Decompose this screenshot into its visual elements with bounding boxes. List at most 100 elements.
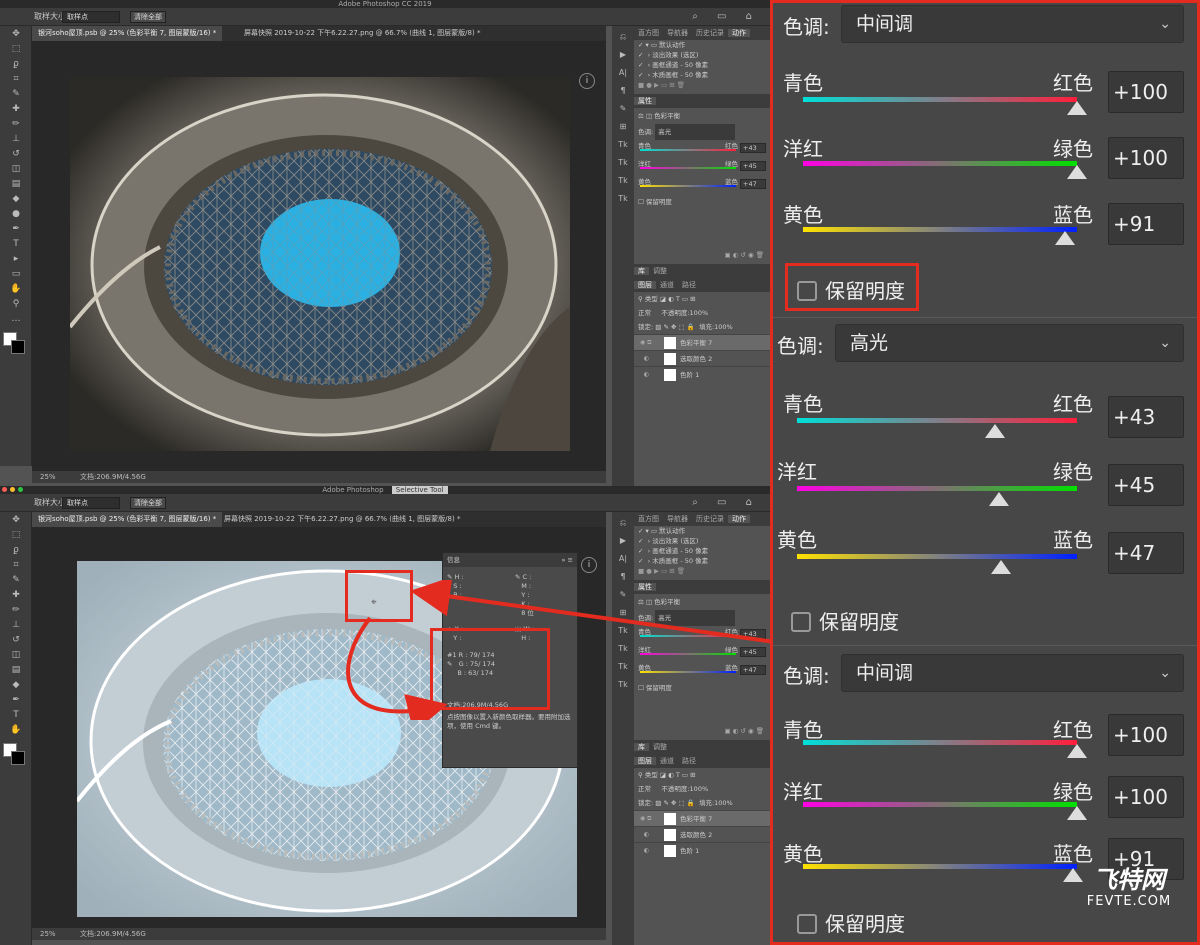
- tab-libraries[interactable]: 库: [634, 267, 649, 275]
- layer-filter-row[interactable]: ⚲ 类型 ◪ ◐ T ▭ ⊞: [634, 292, 770, 306]
- marquee-tool-icon[interactable]: ⬚: [2, 42, 30, 56]
- actions-icon[interactable]: ▶: [614, 534, 632, 548]
- healing-tool-icon[interactable]: ✚: [2, 588, 30, 602]
- marquee-tool-icon[interactable]: ⬚: [2, 528, 30, 542]
- eraser-tool-icon[interactable]: ◫: [2, 162, 30, 176]
- healing-tool-icon[interactable]: ✚: [2, 102, 30, 116]
- blur-tool-icon[interactable]: ◆: [2, 192, 30, 206]
- dodge-tool-icon[interactable]: ●: [2, 207, 30, 221]
- cyan-red-slider[interactable]: 青色 红色 +43: [773, 384, 1197, 448]
- properties-icon[interactable]: ⊞: [614, 120, 632, 134]
- brushes-icon[interactable]: ✎: [614, 102, 632, 116]
- color-swatches[interactable]: [3, 332, 29, 358]
- plugin-tk-icon[interactable]: Tk: [614, 138, 632, 152]
- tab-document-2[interactable]: 屏幕快照 2019-10-22 下午6.22.27.png @ 66.7% (曲…: [218, 512, 466, 527]
- tab-document-1[interactable]: 银河soho屋顶.psb @ 25% (色彩平衡 7, 图层蒙版/16) *: [32, 26, 223, 41]
- info-icon[interactable]: i: [579, 73, 595, 89]
- tab-channels[interactable]: 通道: [656, 281, 678, 289]
- tab-channels[interactable]: 通道: [656, 757, 678, 765]
- more-tools-icon[interactable]: …: [2, 312, 30, 326]
- tone-dropdown[interactable]: 中间调 ⌄: [841, 5, 1184, 43]
- preserve-luminosity-checkbox[interactable]: 保留明度: [797, 908, 905, 937]
- opacity-value[interactable]: 100%: [690, 785, 709, 793]
- history-icon[interactable]: ⎌: [614, 516, 632, 530]
- action-item[interactable]: ✓ › 木质画框 - 50 像素: [634, 70, 770, 80]
- plugin-tk4-icon[interactable]: Tk: [614, 192, 632, 206]
- tab-document-1[interactable]: 银河soho屋顶.psb @ 25% (色彩平衡 7, 图层蒙版/16) *: [32, 512, 223, 527]
- tab-paths[interactable]: 路径: [678, 281, 700, 289]
- action-item[interactable]: ✓ › 画框通道 - 50 像素: [634, 546, 770, 556]
- shape-tool-icon[interactable]: ▭: [2, 267, 30, 281]
- type-tool-icon[interactable]: T: [2, 237, 30, 251]
- move-tool-icon[interactable]: ✥: [2, 513, 30, 527]
- layer-filter-row[interactable]: ⚲ 类型 ◪ ◐ T ▭ ⊞: [634, 768, 770, 782]
- tab-navigator[interactable]: 导航器: [663, 29, 692, 37]
- eraser-tool-icon[interactable]: ◫: [2, 648, 30, 662]
- layer-row[interactable]: ◐ 选取颜色 2: [634, 826, 770, 842]
- history-icon[interactable]: ⎌: [614, 30, 632, 44]
- lasso-tool-icon[interactable]: ϼ: [2, 57, 30, 71]
- pen-tool-icon[interactable]: ✒: [2, 693, 30, 707]
- magenta-green-slider[interactable]: 洋红 绿色 +45: [773, 452, 1197, 516]
- opacity-value[interactable]: 100%: [690, 309, 709, 317]
- clear-all-button[interactable]: 清除全部: [130, 11, 166, 23]
- tab-actions[interactable]: 动作: [728, 515, 750, 523]
- magenta-green-value[interactable]: +100: [1108, 776, 1184, 818]
- blend-mode[interactable]: 正常: [638, 309, 651, 317]
- properties-footer-icons[interactable]: ▣ ◐ ↺ ◉ 🗑: [634, 726, 770, 740]
- yellow-blue-slider[interactable]: 黄色 蓝色 +47: [773, 520, 1197, 584]
- cyan-red-value[interactable]: +43: [1108, 396, 1184, 438]
- yellow-blue-slider[interactable]: 黄色 蓝色 +47: [634, 176, 770, 194]
- character-icon[interactable]: A|: [614, 552, 632, 566]
- checkbox-icon[interactable]: [791, 612, 811, 632]
- preserve-luminosity-checkbox[interactable]: 保留明度: [791, 606, 899, 635]
- magenta-green-value[interactable]: +45: [1108, 464, 1184, 506]
- fill-value[interactable]: 100%: [714, 799, 733, 807]
- action-item[interactable]: ✓ ▾ ▭ 默认动作: [634, 526, 770, 536]
- workspace-icons[interactable]: ⌕ ▭ ⌂: [692, 494, 760, 512]
- tone-dropdown[interactable]: 高光 ⌄: [835, 324, 1184, 362]
- layer-row[interactable]: ◐ 选取颜色 2: [634, 350, 770, 366]
- gradient-tool-icon[interactable]: ▤: [2, 177, 30, 191]
- layer-row[interactable]: ◐ 色阶 1: [634, 366, 770, 382]
- magenta-green-slider[interactable]: 洋红 绿色 +100: [773, 772, 1197, 836]
- zoom-tool-icon[interactable]: ⚲: [2, 297, 30, 311]
- tab-histogram[interactable]: 直方图: [634, 515, 663, 523]
- cyan-red-value[interactable]: +100: [1108, 71, 1184, 113]
- layer-row[interactable]: ◐ 色阶 1: [634, 842, 770, 858]
- history-brush-icon[interactable]: ↺: [2, 147, 30, 161]
- eyedropper-tool-icon[interactable]: ✎: [2, 573, 30, 587]
- action-item[interactable]: ✓ › 木质画框 - 50 像素: [634, 556, 770, 566]
- action-item[interactable]: ✓ › 淡出效果 (选区): [634, 50, 770, 60]
- brush-tool-icon[interactable]: ✏: [2, 603, 30, 617]
- sample-size-select[interactable]: 取样点: [62, 11, 120, 23]
- crop-tool-icon[interactable]: ⌗: [2, 72, 30, 86]
- magenta-green-value[interactable]: +100: [1108, 137, 1184, 179]
- tab-actions[interactable]: 动作: [728, 29, 750, 37]
- stamp-tool-icon[interactable]: ⊥: [2, 132, 30, 146]
- action-item[interactable]: ✓ › 淡出效果 (选区): [634, 536, 770, 546]
- layer-kind[interactable]: 类型: [645, 295, 658, 303]
- background-color[interactable]: [11, 340, 25, 354]
- type-tool-icon[interactable]: T: [2, 708, 30, 722]
- yellow-blue-value[interactable]: +47: [1108, 532, 1184, 574]
- canvas-area[interactable]: i: [32, 41, 606, 471]
- workspace-icons[interactable]: ⌕ ▭ ⌂: [692, 8, 760, 26]
- gradient-tool-icon[interactable]: ▤: [2, 663, 30, 677]
- plugin-tk3-icon[interactable]: Tk: [614, 174, 632, 188]
- brush-tool-icon[interactable]: ✏: [2, 117, 30, 131]
- hand-tool-icon[interactable]: ✋: [2, 282, 30, 296]
- pen-tool-icon[interactable]: ✒: [2, 222, 30, 236]
- tab-layers[interactable]: 图层: [634, 281, 656, 289]
- info-icon[interactable]: i: [581, 557, 597, 573]
- stamp-tool-icon[interactable]: ⊥: [2, 618, 30, 632]
- move-tool-icon[interactable]: ✥: [2, 27, 30, 41]
- tab-layers[interactable]: 图层: [634, 757, 656, 765]
- character-icon[interactable]: A|: [614, 66, 632, 80]
- layer-kind[interactable]: 类型: [645, 771, 658, 779]
- crop-tool-icon[interactable]: ⌗: [2, 558, 30, 572]
- history-brush-icon[interactable]: ↺: [2, 633, 30, 647]
- blend-mode[interactable]: 正常: [638, 785, 651, 793]
- cyan-red-slider[interactable]: 青色 红色 +100: [773, 63, 1197, 127]
- window-controls[interactable]: [2, 487, 23, 492]
